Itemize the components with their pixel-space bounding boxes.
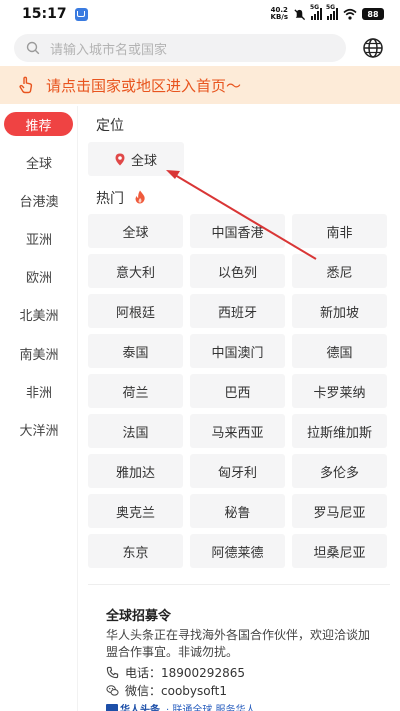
- search-row: 请输入城市名或国家: [0, 32, 400, 64]
- status-indicators: 40.2 KB/s 5G 5G 88: [271, 4, 384, 21]
- main-content: 定位 全球 热门 全球 中国香港 南非 意大利 以色列 悉尼 阿根廷 西班牙 新…: [78, 106, 400, 711]
- hot-place-hong-kong[interactable]: 中国香港: [190, 214, 285, 248]
- sidebar-item-asia[interactable]: 亚洲: [0, 226, 78, 250]
- signal-icon-1: 5G: [310, 4, 322, 20]
- hot-place-malaysia[interactable]: 马来西亚: [190, 414, 285, 448]
- signal-icon-2: 5G: [326, 4, 338, 20]
- brand-mark-icon: [106, 703, 118, 711]
- hot-place-germany[interactable]: 德国: [292, 334, 387, 368]
- hot-place-peru[interactable]: 秘鲁: [190, 494, 285, 528]
- tap-hand-icon: [19, 76, 33, 94]
- hot-place-sydney[interactable]: 悉尼: [292, 254, 387, 288]
- wechat-icon: [106, 685, 119, 696]
- sidebar-item-africa[interactable]: 非洲: [0, 379, 78, 403]
- hot-place-netherlands[interactable]: 荷兰: [88, 374, 183, 408]
- network-speed-unit: KB/s: [270, 13, 288, 21]
- battery-icon: 88: [362, 8, 384, 20]
- signal-label-2: 5G: [326, 4, 336, 11]
- hot-place-toronto[interactable]: 多伦多: [292, 454, 387, 488]
- search-icon: [26, 41, 40, 55]
- hot-place-france[interactable]: 法国: [88, 414, 183, 448]
- brand-slogan: · 联通全球 服务华人: [166, 705, 256, 711]
- hot-place-hungary[interactable]: 匈牙利: [190, 454, 285, 488]
- hot-place-jakarta[interactable]: 雅加达: [88, 454, 183, 488]
- network-speed: 40.2 KB/s: [271, 7, 288, 21]
- hot-places-grid: 全球 中国香港 南非 意大利 以色列 悉尼 阿根廷 西班牙 新加坡 泰国 中国澳…: [88, 214, 388, 568]
- sidebar-item-oceania[interactable]: 大洋洲: [0, 417, 78, 441]
- search-input[interactable]: 请输入城市名或国家: [14, 34, 346, 62]
- hot-place-spain[interactable]: 西班牙: [190, 294, 285, 328]
- recruit-description: 华人头条正在寻找海外各国合作伙伴，欢迎洽谈加盟合作事宜。非诚勿扰。: [106, 628, 371, 659]
- hot-place-argentina[interactable]: 阿根廷: [88, 294, 183, 328]
- hot-place-italy[interactable]: 意大利: [88, 254, 183, 288]
- location-section-title: 定位: [96, 118, 124, 134]
- globe-icon[interactable]: [362, 37, 384, 59]
- recruit-phone[interactable]: 电话：18900292865: [106, 664, 245, 681]
- fire-icon: [135, 190, 145, 204]
- hot-place-singapore[interactable]: 新加坡: [292, 294, 387, 328]
- footer-brand: 华人头条 · 联通全球 服务华人: [106, 701, 256, 711]
- notice-text: 请点击国家或地区进入首页～: [46, 76, 242, 95]
- sidebar-item-south-america[interactable]: 南美洲: [0, 341, 78, 365]
- hot-place-romania[interactable]: 罗马尼亚: [292, 494, 387, 528]
- recruit-wechat[interactable]: 微信：coobysoft1: [106, 682, 227, 699]
- brand-logo: 华人头条: [106, 701, 160, 711]
- phone-icon: [106, 666, 119, 679]
- hot-place-israel[interactable]: 以色列: [190, 254, 285, 288]
- hot-place-carolina[interactable]: 卡罗莱纳: [292, 374, 387, 408]
- recruit-title: 全球招募令: [106, 609, 172, 624]
- search-placeholder: 请输入城市名或国家: [50, 42, 168, 58]
- current-location-chip[interactable]: 全球: [88, 142, 184, 176]
- hot-place-brazil[interactable]: 巴西: [190, 374, 285, 408]
- hot-place-tanzania[interactable]: 坦桑尼亚: [292, 534, 387, 568]
- sidebar-item-north-america[interactable]: 北美洲: [0, 302, 78, 326]
- brand-name: 华人头条: [120, 705, 160, 711]
- notice-banner: 请点击国家或地区进入首页～: [0, 66, 400, 104]
- sidebar-item-global[interactable]: 全球: [0, 150, 78, 174]
- hot-place-auckland[interactable]: 奥克兰: [88, 494, 183, 528]
- signal-label-1: 5G: [310, 4, 320, 11]
- wifi-icon: [343, 8, 357, 20]
- location-pin-icon: [115, 153, 125, 165]
- hot-place-global[interactable]: 全球: [88, 214, 183, 248]
- hot-place-macau[interactable]: 中国澳门: [190, 334, 285, 368]
- mute-bell-icon: [294, 8, 306, 20]
- hot-place-las-vegas[interactable]: 拉斯维加斯: [292, 414, 387, 448]
- notification-icon: [74, 7, 88, 21]
- hot-place-south-africa[interactable]: 南非: [292, 214, 387, 248]
- hot-place-adelaide[interactable]: 阿德莱德: [190, 534, 285, 568]
- hot-place-thailand[interactable]: 泰国: [88, 334, 183, 368]
- hot-section-title: 热门: [96, 191, 124, 207]
- current-location-label: 全球: [130, 153, 157, 169]
- recruit-phone-text: 电话：18900292865: [125, 666, 245, 680]
- recruit-card: 全球招募令 华人头条正在寻找海外各国合作伙伴，欢迎洽谈加盟合作事宜。非诚勿扰。 …: [88, 584, 390, 711]
- region-sidebar: 推荐 全球 台港澳 亚洲 欧洲 北美洲 南美洲 非洲 大洋洲: [0, 106, 78, 711]
- sidebar-item-taiwan-hk-macau[interactable]: 台港澳: [0, 188, 78, 212]
- sidebar-item-europe[interactable]: 欧洲: [0, 264, 78, 288]
- recruit-wechat-text: 微信：coobysoft1: [125, 684, 227, 698]
- status-bar: 15:17 40.2 KB/s 5G 5G 88: [0, 0, 400, 28]
- sidebar-item-recommend[interactable]: 推荐: [4, 112, 73, 136]
- status-time: 15:17: [22, 6, 67, 22]
- hot-place-tokyo[interactable]: 东京: [88, 534, 183, 568]
